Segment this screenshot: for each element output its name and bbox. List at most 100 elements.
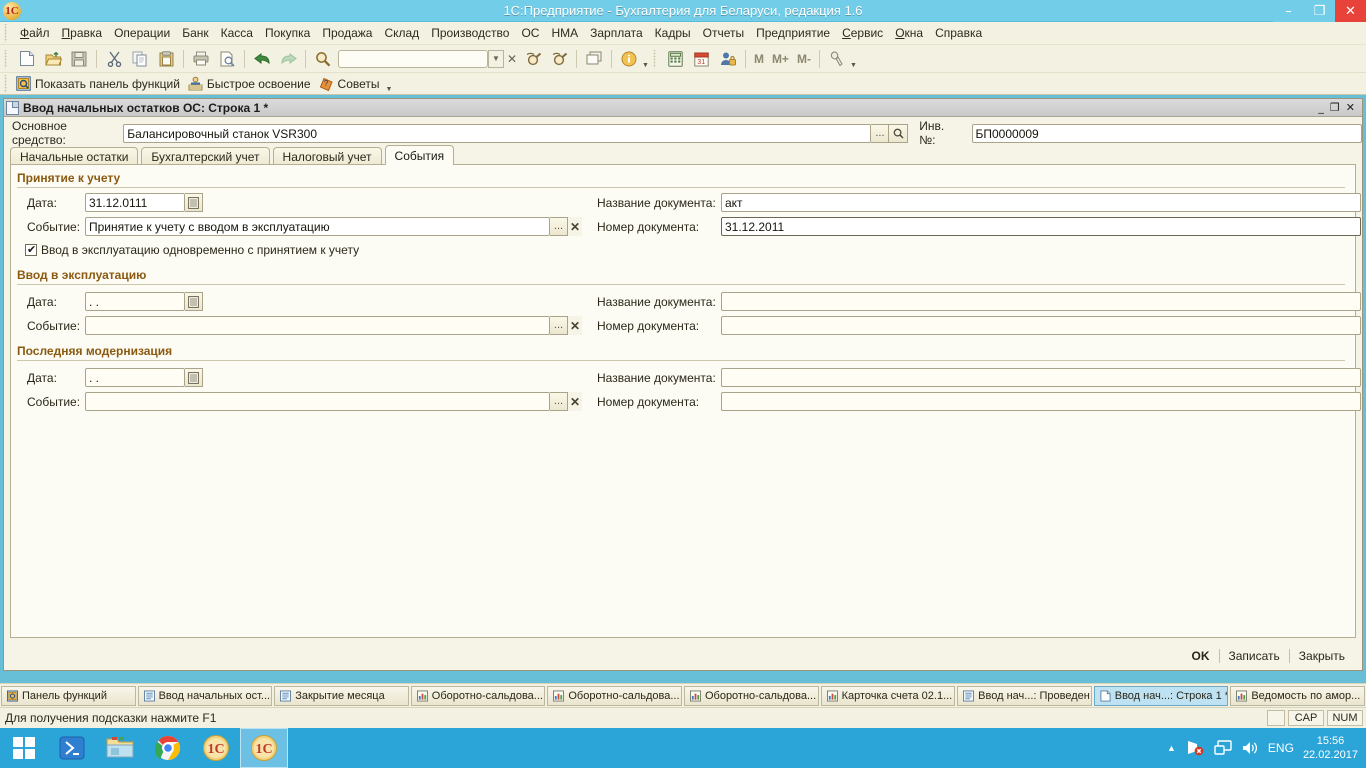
minimize-button[interactable]: – [1273, 0, 1304, 22]
functions-toolbar-grip[interactable] [3, 74, 12, 93]
menu-item-edit[interactable]: Правка [56, 24, 109, 42]
commissioning-date-calendar-button[interactable] [185, 292, 203, 311]
taskbar-chrome[interactable] [144, 728, 192, 768]
print-button[interactable] [189, 47, 213, 71]
modernization-docname-input[interactable] [721, 368, 1361, 387]
modernization-date-calendar-button[interactable] [185, 368, 203, 387]
paste-button[interactable] [154, 47, 178, 71]
calendar-button[interactable]: 31 [690, 47, 714, 71]
acceptance-event-clear-button[interactable]: ✕ [568, 217, 582, 236]
menu-item-enterprise[interactable]: Предприятие [750, 24, 836, 42]
acceptance-event-select-button[interactable]: ... [550, 217, 568, 236]
search-clear-button[interactable]: ✕ [504, 50, 520, 68]
window-tab-initial-balances-posted[interactable]: Ввод нач...: Проведен [957, 685, 1092, 706]
window-tab-month-close[interactable]: Закрытие месяца [274, 685, 409, 706]
start-button[interactable] [0, 728, 48, 768]
menu-item-salary[interactable]: Зарплата [584, 24, 649, 42]
fixed-asset-select-button[interactable]: ... [871, 123, 890, 143]
modernization-docnum-input[interactable] [721, 392, 1361, 411]
menu-item-hr[interactable]: Кадры [649, 24, 697, 42]
menu-item-file[interactable]: Файл [14, 24, 56, 42]
maximize-button[interactable]: ❐ [1304, 0, 1335, 22]
open-file-button[interactable] [41, 47, 65, 71]
memory-m-minus-button[interactable]: M- [793, 52, 815, 66]
menu-item-windows[interactable]: Окна [889, 24, 929, 42]
copy-button[interactable] [128, 47, 152, 71]
chevron-up-icon[interactable]: ▲ [1167, 743, 1176, 753]
find-next-button[interactable] [521, 47, 545, 71]
simultaneous-commissioning-checkbox-row[interactable]: Ввод в эксплуатацию одновременно с приня… [25, 243, 359, 257]
inventory-number-input[interactable]: БП0000009 [971, 123, 1363, 143]
find-previous-button[interactable] [547, 47, 571, 71]
menu-item-warehouse[interactable]: Склад [378, 24, 425, 42]
fixed-asset-input[interactable]: Балансировочный станок VSR300 [123, 123, 872, 143]
calculator-button[interactable] [664, 47, 688, 71]
network-error-icon[interactable] [1185, 740, 1205, 756]
save-button[interactable] [67, 47, 91, 71]
window-tab-function-panel[interactable]: Панель функций [1, 685, 136, 706]
speaker-icon[interactable] [1241, 740, 1259, 756]
menu-drag-grip[interactable] [3, 24, 12, 42]
acceptance-date-input[interactable]: 31.12.0111 [85, 193, 185, 212]
window-tab-account-card[interactable]: Карточка счета 02.1... [820, 685, 956, 706]
acceptance-event-input[interactable]: Принятие к учету с вводом в эксплуатацию [85, 217, 550, 236]
menu-item-purchase[interactable]: Покупка [259, 24, 316, 42]
taskbar-clock[interactable]: 15:56 22.02.2017 [1303, 734, 1358, 762]
taskbar-1c-instance-2[interactable]: 1C [240, 728, 288, 768]
menu-item-bank[interactable]: Банк [176, 24, 214, 42]
menu-item-sale[interactable]: Продажа [316, 24, 378, 42]
redo-button[interactable] [276, 47, 300, 71]
cut-button[interactable] [102, 47, 126, 71]
modernization-event-select-button[interactable]: ... [550, 392, 568, 411]
quick-start-button[interactable]: Быстрое освоение [186, 76, 317, 91]
menu-item-cash[interactable]: Касса [215, 24, 259, 42]
info-dropdown-caret[interactable]: ▼ [642, 62, 649, 72]
show-function-panel-button[interactable]: Показать панель функций [14, 76, 186, 91]
tab-accounting[interactable]: Бухгалтерский учет [141, 147, 270, 165]
document-restore-button[interactable]: ❐ [1330, 102, 1340, 113]
memory-m-plus-button[interactable]: M+ [768, 52, 793, 66]
remote-desktop-icon[interactable] [1214, 740, 1232, 756]
commissioning-date-input[interactable]: . . [85, 292, 185, 311]
menu-item-reports[interactable]: Отчеты [697, 24, 750, 42]
acceptance-date-calendar-button[interactable] [185, 193, 203, 212]
modernization-event-clear-button[interactable]: ✕ [568, 392, 582, 411]
functions-toolbar-overflow-caret[interactable]: ▼ [386, 86, 393, 94]
tab-initial-balances[interactable]: Начальные остатки [10, 147, 139, 165]
menu-item-os[interactable]: ОС [515, 24, 545, 42]
modernization-event-input[interactable] [85, 392, 550, 411]
find-button[interactable] [311, 47, 335, 71]
acceptance-docnum-input[interactable]: 31.12.2011 [721, 217, 1361, 236]
modernization-date-input[interactable]: . . [85, 368, 185, 387]
settings-button[interactable] [825, 47, 849, 71]
fixed-asset-open-button[interactable] [889, 123, 909, 143]
menu-item-service[interactable]: Сервис [836, 24, 889, 42]
tab-tax-accounting[interactable]: Налоговый учет [272, 147, 382, 165]
window-tab-initial-balances-list[interactable]: Ввод начальных ост... [137, 685, 273, 706]
window-tab-initial-balances-row1[interactable]: Ввод нач...: Строка 1 * [1093, 685, 1229, 706]
menu-item-production[interactable]: Производство [425, 24, 515, 42]
language-indicator[interactable]: ENG [1268, 741, 1294, 755]
user-permissions-button[interactable] [716, 47, 740, 71]
toolbar-drag-grip-2[interactable] [651, 49, 661, 68]
window-tab-turnover-balance-2[interactable]: Оборотно-сальдова... [547, 685, 682, 706]
menu-item-nma[interactable]: НМА [545, 24, 584, 42]
new-document-button[interactable] [15, 47, 39, 71]
close-form-button[interactable]: Закрыть [1290, 647, 1354, 665]
close-button[interactable]: ✕ [1335, 0, 1366, 22]
window-tab-depreciation-statement[interactable]: Ведомость по амор... [1230, 685, 1365, 706]
simultaneous-commissioning-checkbox[interactable] [25, 243, 37, 256]
window-tab-turnover-balance-1[interactable]: Оборотно-сальдова... [410, 685, 546, 706]
commissioning-docnum-input[interactable] [721, 316, 1361, 335]
taskbar-1c-instance-1[interactable]: 1C [192, 728, 240, 768]
tips-button[interactable]: ? Советы [317, 76, 386, 91]
windows-list-button[interactable] [582, 47, 606, 71]
taskbar-file-explorer[interactable] [96, 728, 144, 768]
document-minimize-button[interactable]: _ [1318, 102, 1324, 113]
taskbar-powershell[interactable] [48, 728, 96, 768]
search-history-dropdown[interactable]: ▼ [488, 49, 504, 68]
print-preview-button[interactable] [215, 47, 239, 71]
memory-m-button[interactable]: M [750, 52, 768, 66]
menu-item-help[interactable]: Справка [929, 24, 988, 42]
menu-item-operations[interactable]: Операции [108, 24, 176, 42]
